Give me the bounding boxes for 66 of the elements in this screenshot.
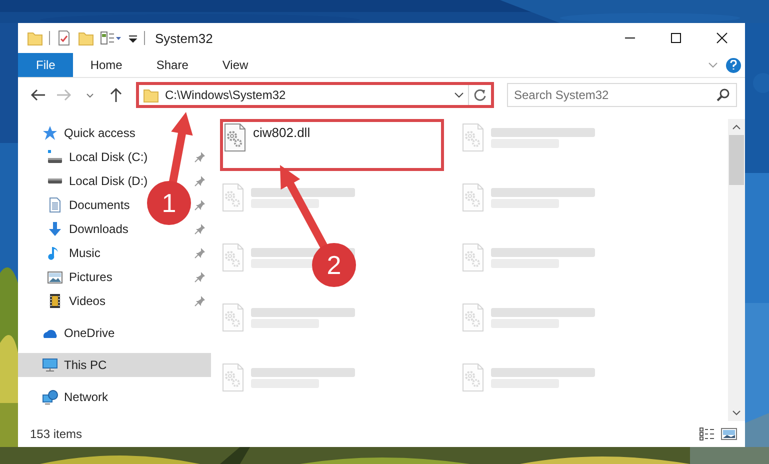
ribbon-tab[interactable]: Home — [73, 53, 140, 77]
maximize-icon[interactable] — [670, 32, 682, 44]
search-field[interactable]: Search System32 — [507, 83, 737, 107]
chevron-icon[interactable] — [708, 61, 718, 69]
sidebar-item[interactable]: Documents — [18, 193, 134, 217]
dll-file-icon — [461, 303, 485, 333]
dll-file-icon — [461, 183, 485, 213]
pin-icon[interactable] — [194, 223, 206, 235]
star-icon — [42, 125, 58, 141]
scroll-down-icon[interactable] — [732, 410, 741, 416]
sidebar-item[interactable]: Pictures — [18, 265, 116, 289]
monitor-icon — [42, 357, 58, 373]
scroll-thumb[interactable] — [729, 135, 744, 185]
sidebar-item[interactable]: Network — [18, 385, 211, 409]
sidebar-item[interactable]: Music — [18, 241, 104, 265]
layout-icon[interactable] — [100, 30, 122, 46]
dll-file-icon — [221, 183, 245, 213]
dll-file-icon — [461, 243, 485, 273]
dll-file-icon — [221, 303, 245, 333]
ribbon-tab[interactable]: View — [205, 53, 266, 77]
drive-icon — [47, 178, 63, 184]
sidebar-item[interactable]: Local Disk (C:) — [18, 145, 152, 169]
download-arrow-icon — [47, 221, 63, 237]
window-title: System32 — [155, 30, 214, 46]
step-badge: 1 — [147, 181, 191, 225]
dll-file-icon — [461, 123, 485, 153]
file-name: ciw802.dll — [253, 125, 310, 140]
image-icon — [47, 269, 63, 285]
folder-icon[interactable] — [27, 30, 43, 46]
pin-icon[interactable] — [194, 175, 206, 187]
details-view-icon[interactable] — [699, 427, 715, 441]
dll-file-icon — [221, 243, 245, 273]
dll-file-icon — [221, 363, 245, 393]
help-icon[interactable] — [726, 58, 741, 72]
pin-icon[interactable] — [194, 199, 206, 211]
search-icon[interactable] — [716, 88, 730, 102]
sidebar-item[interactable]: This PC — [18, 353, 211, 377]
scrollbar[interactable] — [728, 119, 745, 421]
drive-icon — [47, 149, 63, 165]
dll-file-icon — [461, 363, 485, 393]
ribbon-tab[interactable]: Share — [139, 53, 206, 77]
dll-file-icon — [223, 123, 247, 153]
close-icon[interactable] — [716, 32, 728, 44]
item-count: 153 items — [30, 427, 84, 441]
sidebar-item[interactable]: Downloads — [18, 217, 132, 241]
refresh-icon[interactable] — [473, 88, 487, 102]
ribbon-tab[interactable]: File — [18, 53, 74, 77]
folder-icon — [143, 87, 159, 103]
sidebar-item[interactable]: Videos — [18, 289, 110, 313]
properties-icon[interactable] — [56, 30, 72, 46]
dropdown-icon[interactable] — [454, 91, 464, 99]
address-bar[interactable]: C:\Windows\System32 — [136, 82, 494, 108]
document-icon — [47, 197, 63, 213]
new-folder-icon[interactable] — [78, 30, 94, 46]
file-item[interactable]: ciw802.dll — [220, 119, 444, 171]
pin-icon[interactable] — [194, 247, 206, 259]
sidebar-item[interactable]: Quick access — [18, 121, 211, 145]
sidebar-item[interactable]: OneDrive — [18, 321, 211, 345]
film-icon — [47, 293, 63, 309]
step-badge: 2 — [312, 243, 356, 287]
large-icons-view-icon[interactable] — [721, 427, 737, 441]
pin-icon[interactable] — [194, 151, 206, 163]
pin-icon[interactable] — [194, 271, 206, 283]
scroll-up-icon[interactable] — [732, 124, 741, 130]
network-icon — [42, 389, 58, 405]
pin-icon[interactable] — [194, 295, 206, 307]
